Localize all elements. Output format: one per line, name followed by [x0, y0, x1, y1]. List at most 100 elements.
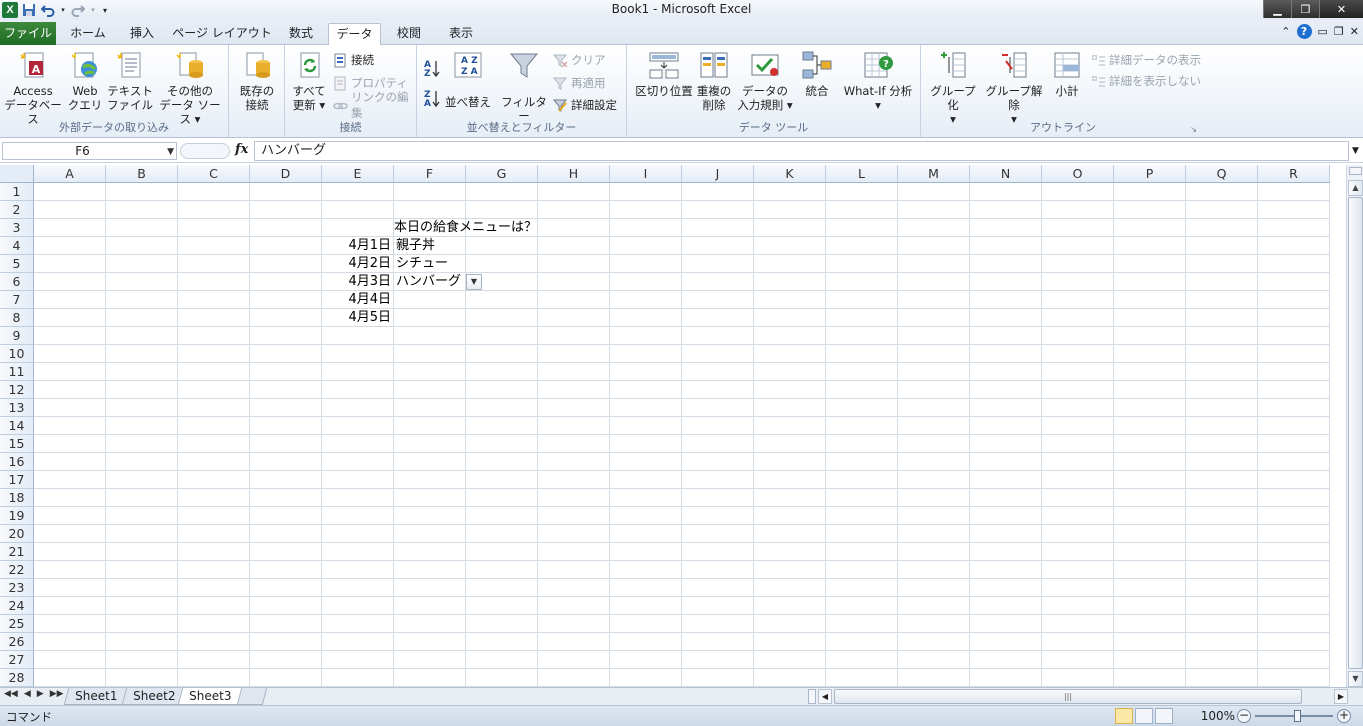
next-sheet-icon[interactable]: ▶ — [37, 689, 44, 699]
refresh-all-button[interactable]: すべて 更新 ▾ — [287, 49, 331, 112]
minimize-ribbon-icon[interactable]: ⌃ — [1281, 25, 1290, 38]
column-header-g[interactable]: G — [466, 165, 538, 183]
show-detail-button[interactable]: 詳細データの表示 — [1091, 51, 1201, 69]
cell-dropdown-button[interactable]: ▼ — [466, 274, 482, 290]
row-header-4[interactable]: 4 — [0, 237, 34, 255]
cell-E4[interactable]: 4月1日 — [322, 237, 394, 255]
tab-home[interactable]: ホーム — [64, 23, 112, 45]
column-header-f[interactable]: F — [394, 165, 466, 183]
cell-F6[interactable]: ハンバーグ — [396, 273, 461, 291]
group-button[interactable]: グループ化 ▾ — [925, 49, 981, 126]
workbook-minimize-icon[interactable]: ▭ — [1318, 25, 1328, 38]
row-header-7[interactable]: 7 — [0, 291, 34, 309]
outline-dialog-launcher-icon[interactable]: ↘ — [1190, 125, 1197, 134]
what-if-analysis-button[interactable]: ? What-If 分析 ▾ — [839, 49, 917, 112]
row-header-25[interactable]: 25 — [0, 615, 34, 633]
select-all-corner[interactable] — [0, 165, 34, 183]
maximize-button[interactable]: ❐ — [1291, 0, 1319, 18]
cell-E7[interactable]: 4月4日 — [322, 291, 394, 309]
cell-F4[interactable]: 親子丼 — [396, 237, 435, 255]
row-header-19[interactable]: 19 — [0, 507, 34, 525]
prev-sheet-icon[interactable]: ◀ — [24, 689, 31, 699]
customize-qat-icon[interactable]: ▾ — [100, 2, 110, 18]
minimize-button[interactable]: ▁ — [1263, 0, 1291, 18]
cell-E6[interactable]: 4月3日 — [322, 273, 394, 291]
row-header-2[interactable]: 2 — [0, 201, 34, 219]
remove-duplicates-button[interactable]: 重複の 削除 — [695, 49, 733, 112]
horizontal-scrollbar[interactable]: ◀ ||| ▶ — [808, 688, 1348, 705]
data-validation-button[interactable]: データの 入力規則 ▾ — [733, 49, 797, 112]
scroll-left-arrow-icon[interactable]: ◀ — [818, 689, 832, 704]
cell-F5[interactable]: シチュー — [396, 255, 448, 273]
row-header-14[interactable]: 14 — [0, 417, 34, 435]
row-header-27[interactable]: 27 — [0, 651, 34, 669]
help-icon[interactable]: ? — [1296, 24, 1312, 39]
excel-app-icon[interactable]: X — [2, 2, 18, 18]
hide-detail-button[interactable]: 詳細を表示しない — [1091, 72, 1201, 90]
row-header-22[interactable]: 22 — [0, 561, 34, 579]
tab-formulas[interactable]: 数式 — [280, 23, 322, 45]
name-box-dropdown-icon[interactable]: ▼ — [167, 144, 174, 160]
column-header-h[interactable]: H — [538, 165, 610, 183]
tab-file[interactable]: ファイル — [0, 22, 56, 45]
row-header-24[interactable]: 24 — [0, 597, 34, 615]
zoom-level[interactable]: 100% — [1201, 709, 1235, 723]
ungroup-button[interactable]: グループ解除 ▾ — [981, 49, 1047, 126]
row-header-11[interactable]: 11 — [0, 363, 34, 381]
row-header-23[interactable]: 23 — [0, 579, 34, 597]
tab-data[interactable]: データ — [328, 23, 381, 46]
row-header-20[interactable]: 20 — [0, 525, 34, 543]
worksheet-grid[interactable]: ABCDEFGHIJKLMNOPQR 1 2 3 4 5 6 7 8 9 10 11 12 13 14 15… — [0, 165, 1363, 687]
row-header-21[interactable]: 21 — [0, 543, 34, 561]
insert-function-button[interactable]: fx — [235, 142, 248, 157]
tab-view[interactable]: 表示 — [440, 23, 482, 45]
sheet-tab-sheet3[interactable]: Sheet3 — [177, 688, 243, 705]
scroll-right-arrow-icon[interactable]: ▶ — [1334, 689, 1348, 704]
name-box[interactable]: F6 ▼ — [2, 142, 177, 160]
tab-insert[interactable]: 挿入 — [120, 23, 164, 45]
advanced-filter-button[interactable]: 詳細設定 — [552, 96, 617, 114]
zoom-slider-thumb[interactable] — [1294, 710, 1301, 722]
formula-input[interactable]: ハンバーグ — [254, 141, 1349, 161]
scroll-up-arrow-icon[interactable]: ▲ — [1348, 180, 1363, 196]
row-header-15[interactable]: 15 — [0, 435, 34, 453]
web-query-button[interactable]: Web クエリ — [66, 49, 104, 112]
redo-dropdown-icon[interactable]: ▾ — [89, 2, 97, 18]
vertical-scroll-thumb[interactable] — [1348, 197, 1363, 669]
row-header-13[interactable]: 13 — [0, 399, 34, 417]
row-header-28[interactable]: 28 — [0, 669, 34, 687]
row-header-10[interactable]: 10 — [0, 345, 34, 363]
column-header-i[interactable]: I — [610, 165, 682, 183]
clear-filter-button[interactable]: クリア — [552, 51, 606, 69]
cell-F3[interactable]: 本日の給食メニューは？ — [394, 219, 537, 237]
connections-button[interactable]: 接続 — [333, 51, 374, 69]
sort-ascending-button[interactable]: AZ — [423, 59, 441, 79]
sheet-tab-sheet1[interactable]: Sheet1 — [63, 688, 129, 705]
column-header-r[interactable]: R — [1258, 165, 1330, 183]
sheet-tab-sheet2[interactable]: Sheet2 — [121, 688, 187, 705]
cell-E5[interactable]: 4月2日 — [322, 255, 394, 273]
column-header-c[interactable]: C — [178, 165, 250, 183]
first-sheet-icon[interactable]: ◀◀ — [4, 689, 18, 699]
column-header-p[interactable]: P — [1114, 165, 1186, 183]
row-header-12[interactable]: 12 — [0, 381, 34, 399]
column-header-e[interactable]: E — [322, 165, 394, 183]
text-to-columns-button[interactable]: 区切り位置 — [631, 49, 697, 98]
row-header-8[interactable]: 8 — [0, 309, 34, 327]
row-header-1[interactable]: 1 — [0, 183, 34, 201]
tab-review[interactable]: 校閲 — [388, 23, 430, 45]
row-header-9[interactable]: 9 — [0, 327, 34, 345]
save-icon[interactable] — [21, 2, 37, 18]
column-header-b[interactable]: B — [106, 165, 178, 183]
row-header-6[interactable]: 6 — [0, 273, 34, 291]
vertical-scrollbar[interactable]: ▲ ▼ — [1346, 165, 1363, 687]
consolidate-button[interactable]: 統合 — [799, 49, 835, 98]
sort-button[interactable]: A ZZ A 並べ替え — [445, 49, 491, 109]
column-header-m[interactable]: M — [898, 165, 970, 183]
undo-icon[interactable] — [40, 2, 56, 18]
page-break-preview-icon[interactable] — [1155, 708, 1173, 724]
column-header-q[interactable]: Q — [1186, 165, 1258, 183]
column-header-n[interactable]: N — [970, 165, 1042, 183]
row-header-17[interactable]: 17 — [0, 471, 34, 489]
close-button[interactable]: ✕ — [1319, 0, 1363, 18]
